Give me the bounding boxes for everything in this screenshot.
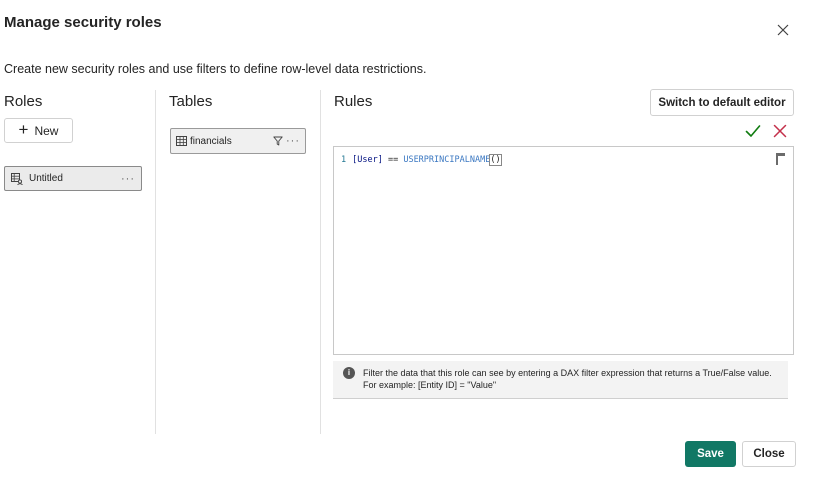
code-line: 1 [User] == USERPRINCIPALNAME() [341, 154, 502, 166]
role-item-label: Untitled [29, 173, 63, 184]
plus-icon: + [18, 120, 29, 139]
close-button[interactable]: Close [742, 441, 796, 467]
dialog-subtitle: Create new security roles and use filter… [4, 62, 427, 76]
info-message: i Filter the data that this role can see… [333, 361, 788, 399]
rules-heading: Rules [334, 93, 373, 110]
info-text: Filter the data that this role can see b… [363, 368, 772, 390]
operator-token: == [382, 155, 404, 165]
table-icon [176, 136, 187, 146]
role-item-untitled[interactable]: Untitled ··· [4, 166, 142, 191]
paren-token: () [489, 154, 502, 166]
cancel-icon[interactable] [773, 124, 787, 138]
tables-heading: Tables [169, 93, 213, 110]
info-icon: i [343, 367, 355, 379]
new-role-label: New [34, 123, 59, 138]
role-icon [11, 172, 23, 185]
table-item-label: financials [190, 135, 232, 147]
divider-roles-tables [155, 90, 156, 434]
line-number: 1 [341, 155, 347, 165]
dialog-title: Manage security roles [4, 14, 162, 31]
filter-icon[interactable] [273, 136, 283, 146]
editor-scrollbar[interactable] [776, 153, 785, 165]
switch-to-default-editor-button[interactable]: Switch to default editor [650, 89, 794, 116]
divider-tables-rules [320, 90, 321, 434]
check-icon[interactable] [745, 124, 761, 138]
column-token: [User] [352, 155, 383, 165]
close-icon[interactable] [775, 22, 791, 38]
function-token: USERPRINCIPALNAME [403, 155, 491, 165]
table-more-options-icon[interactable]: ··· [286, 135, 300, 147]
role-more-options-icon[interactable]: ··· [121, 173, 135, 185]
save-button[interactable]: Save [685, 441, 736, 467]
roles-heading: Roles [4, 93, 43, 110]
table-item-financials[interactable]: financials ··· [170, 128, 306, 154]
new-role-button[interactable]: + New [4, 118, 73, 143]
dax-editor[interactable]: 1 [User] == USERPRINCIPALNAME() [333, 146, 794, 355]
